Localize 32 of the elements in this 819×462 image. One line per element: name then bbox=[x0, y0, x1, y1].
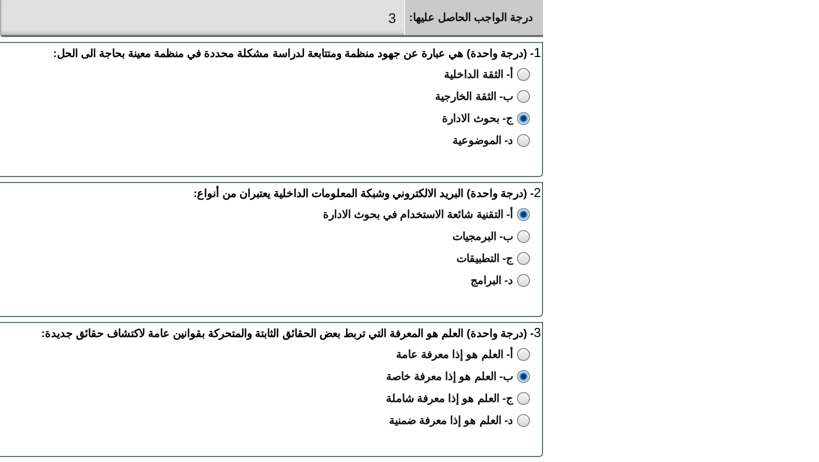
radio-button[interactable] bbox=[517, 68, 530, 80]
option-label[interactable]: ب- البرمجيات bbox=[452, 230, 513, 242]
question-text: - (درجة واحدة) هي عبارة عن جهود منظمة ومتتابعة لدراسة مشكلة محددة في منظمة معينة بحاجة الى الحل: bbox=[53, 47, 534, 60]
option-label[interactable]: د- البرامج bbox=[470, 274, 513, 286]
grade-value: 3 bbox=[388, 8, 397, 28]
question-text: - (درجة واحدة) البريد الالكتروني وشبكة المعلومات الداخلية يعتبران من أنواع: bbox=[194, 187, 534, 200]
question-number: 3 bbox=[534, 325, 541, 340]
radio-button[interactable] bbox=[517, 370, 530, 382]
question-number: 1 bbox=[534, 45, 541, 60]
option-label[interactable]: أ- الثقة الداخلية bbox=[444, 68, 513, 80]
question-number: 2 bbox=[534, 185, 541, 200]
grade-label: درجة الواجب الحاصل عليها: bbox=[404, 0, 543, 35]
radio-button[interactable] bbox=[517, 90, 530, 102]
option-label[interactable]: د- العلم هو إذا معرفة ضمنية bbox=[389, 414, 513, 426]
option-label[interactable]: ج- بحوث الادارة bbox=[442, 112, 513, 124]
radio-button[interactable] bbox=[517, 230, 530, 242]
radio-button[interactable] bbox=[517, 274, 530, 286]
option-label[interactable]: ب- العلم هو إذا معرفة خاصة bbox=[386, 370, 513, 382]
radio-button[interactable] bbox=[517, 208, 530, 220]
radio-button[interactable] bbox=[517, 252, 530, 264]
radio-button[interactable] bbox=[517, 348, 530, 360]
option-label[interactable]: ب- الثقة الخارجية bbox=[435, 90, 513, 102]
question-text: - (درجة واحدة) العلم هو المعرفة التي تربط بعض الحقائق الثابتة والمتحركة بقوانين عامة لاكتشاف حقائق جديدة: bbox=[41, 327, 534, 340]
option-label[interactable]: د- الموضوعية bbox=[452, 134, 513, 146]
radio-button[interactable] bbox=[517, 392, 530, 404]
option-label[interactable]: ج- التطبيقات bbox=[456, 252, 513, 264]
radio-button[interactable] bbox=[517, 134, 530, 146]
option-label[interactable]: أ- التقنية شائعة الاستخدام في بحوث الادارة bbox=[323, 208, 513, 220]
radio-button[interactable] bbox=[517, 414, 530, 426]
radio-button[interactable] bbox=[517, 112, 530, 124]
option-label[interactable]: أ- العلم هو إذا معرفة عامة bbox=[396, 348, 513, 360]
option-label[interactable]: ج- العلم هو إذا معرفة شاملة bbox=[386, 392, 513, 404]
